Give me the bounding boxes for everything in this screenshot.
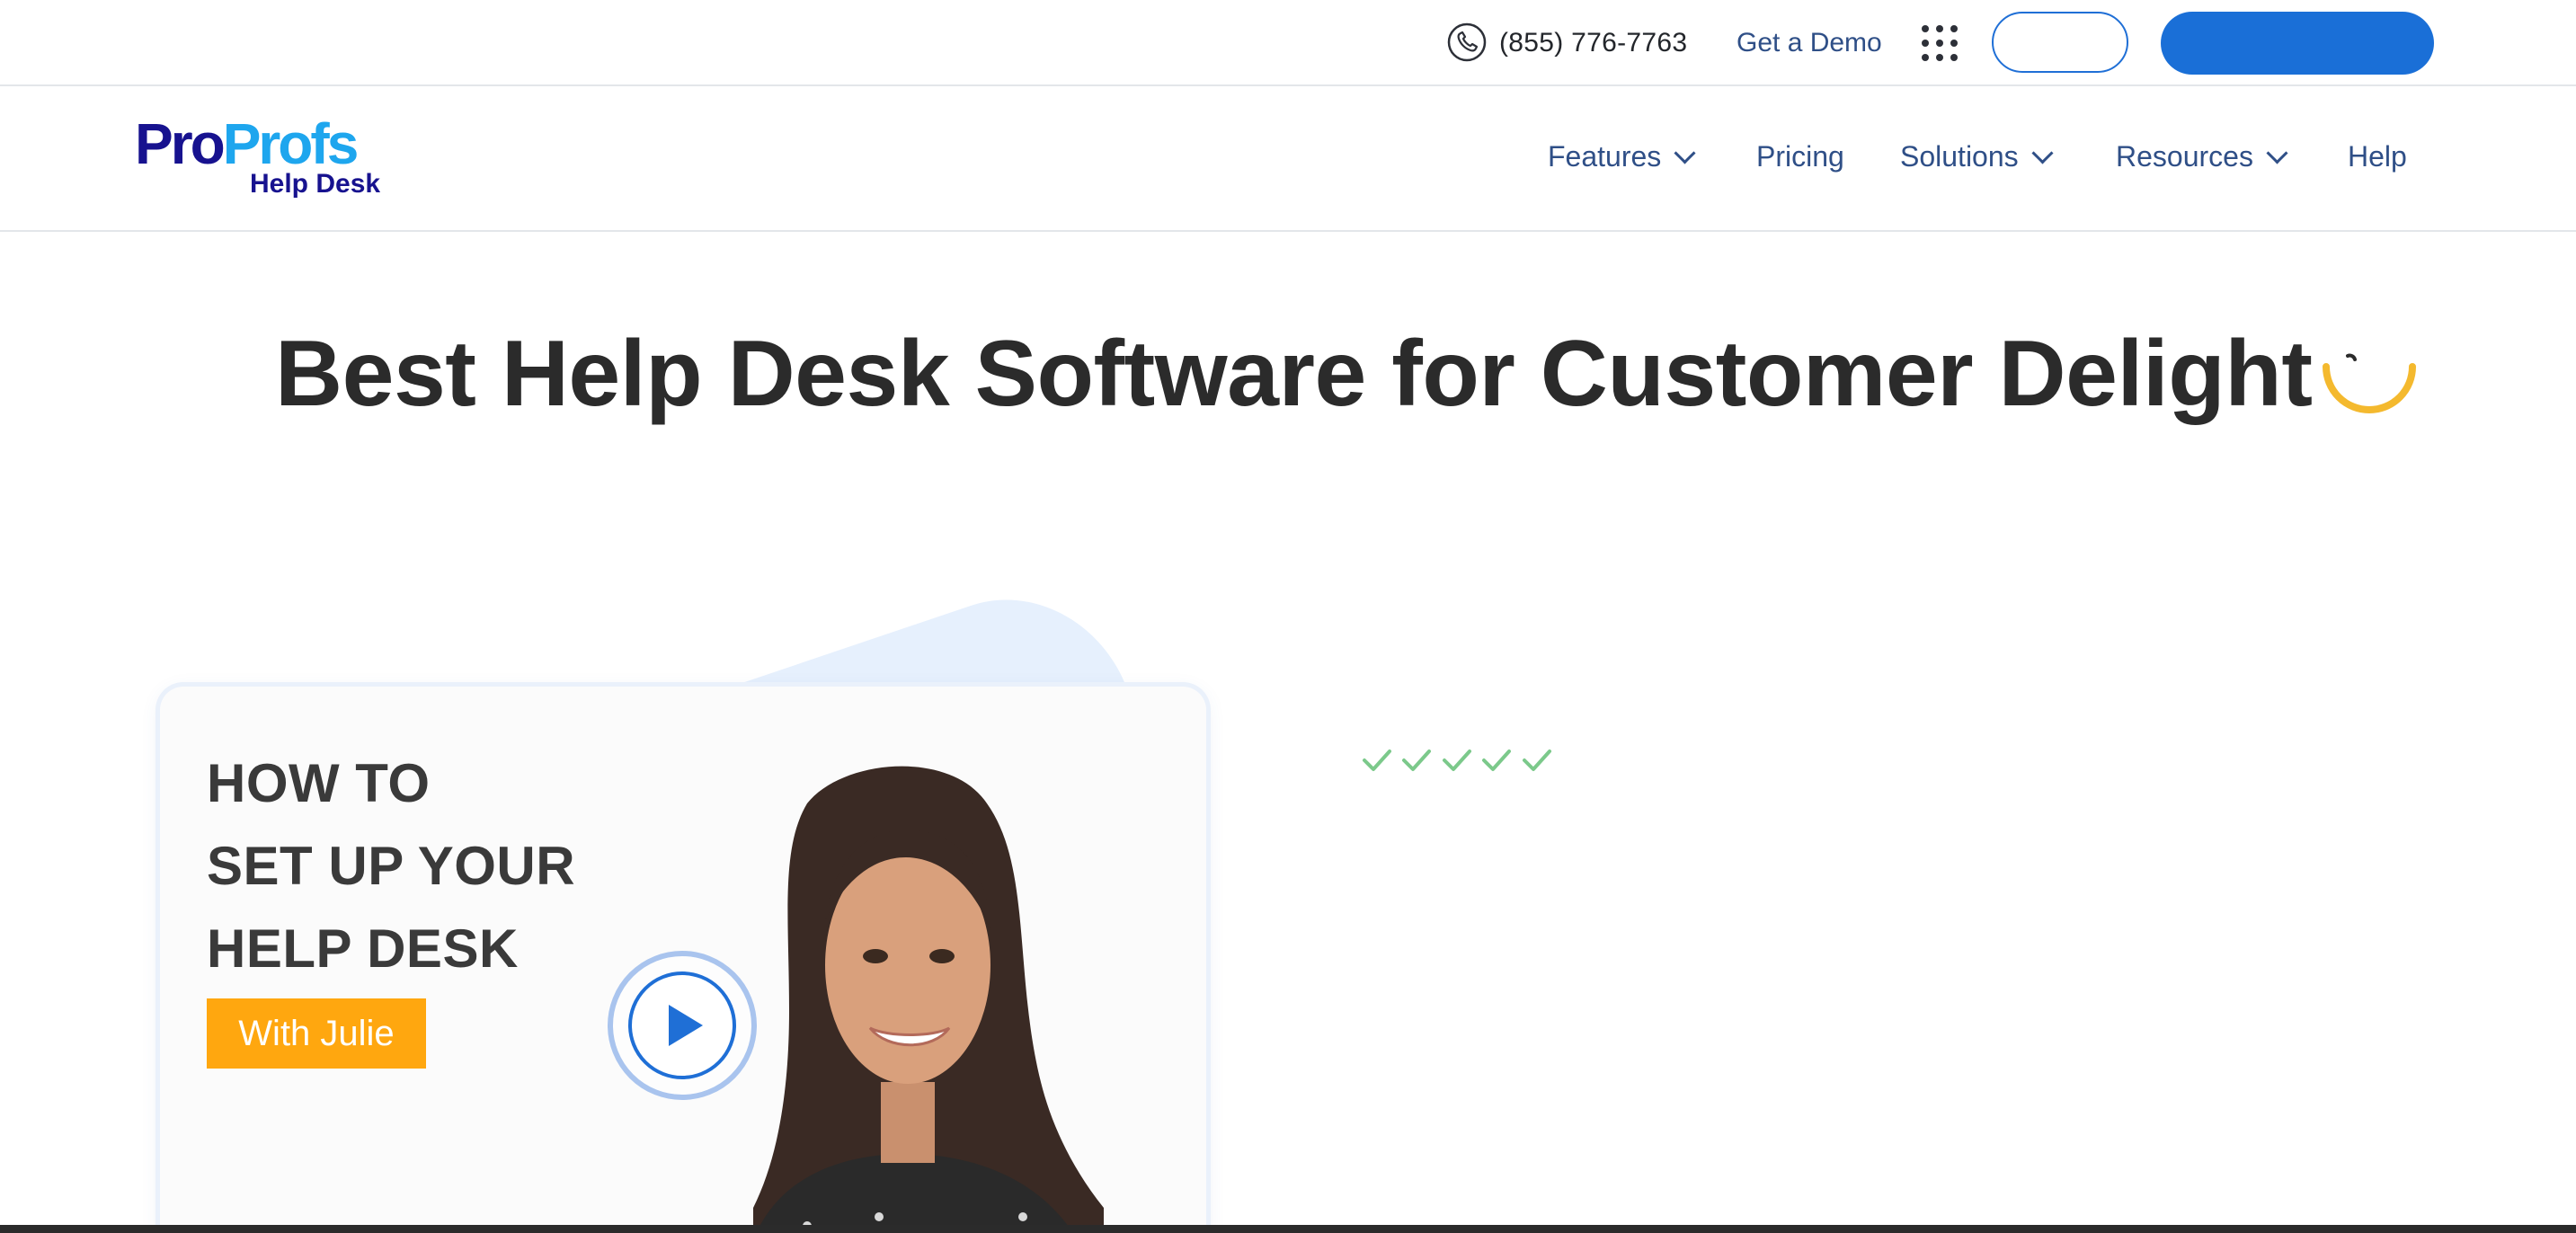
presenter-badge: With Julie xyxy=(207,998,426,1069)
proprofs-logo[interactable]: ProProfs Help Desk xyxy=(135,111,404,201)
get-a-demo-link[interactable]: Get a Demo xyxy=(1737,28,1882,58)
loading-spinner-icon xyxy=(2323,353,2416,413)
video-thumbnail-card[interactable]: HOW TO SET UP YOUR HELP DESK With Julie xyxy=(160,687,1206,1233)
video-title: HOW TO SET UP YOUR HELP DESK xyxy=(207,753,576,979)
chevron-down-icon xyxy=(2266,142,2288,164)
logo-text-pro: Pro xyxy=(135,111,226,176)
signup-button[interactable] xyxy=(2161,12,2434,75)
feature-checklist xyxy=(1359,742,1555,837)
check-icon xyxy=(1442,750,1471,771)
chevron-down-icon xyxy=(2031,142,2054,164)
logo-text-profs: Profs xyxy=(222,111,360,176)
logo-subtitle: Help Desk xyxy=(250,169,381,199)
apps-grid-icon[interactable] xyxy=(1922,25,1958,61)
chevron-down-icon xyxy=(1674,142,1696,164)
main-nav: ProProfs Help Desk Features Pricing Solu… xyxy=(0,86,2576,232)
check-icon xyxy=(1363,750,1391,771)
login-button[interactable] xyxy=(1992,12,2128,73)
hero-title: Best Help Desk Software for Customer Del… xyxy=(275,322,2313,426)
nav-pricing[interactable]: Pricing xyxy=(1756,140,1844,173)
check-icon xyxy=(1482,750,1512,771)
nav-resources[interactable]: Resources xyxy=(2116,140,2288,173)
phone-icon xyxy=(1447,22,1487,62)
utility-bar: (855) 776-7763 Get a Demo xyxy=(0,0,2576,86)
nav-solutions[interactable]: Solutions xyxy=(1900,140,2054,173)
bottom-edge xyxy=(0,1225,2576,1233)
nav-features[interactable]: Features xyxy=(1548,140,1696,173)
page: (855) 776-7763 Get a Demo ProProfs Help … xyxy=(0,0,2576,1233)
check-icon xyxy=(1522,750,1551,771)
check-icon xyxy=(1402,750,1432,771)
nav-help[interactable]: Help xyxy=(2348,140,2407,173)
play-icon[interactable] xyxy=(606,949,759,1102)
phone-number[interactable]: (855) 776-7763 xyxy=(1499,28,1687,58)
